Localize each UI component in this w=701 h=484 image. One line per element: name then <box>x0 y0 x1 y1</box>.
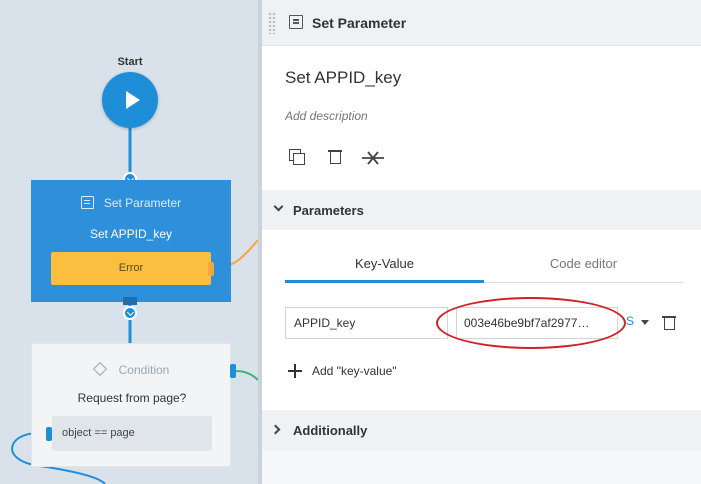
caret-down-icon[interactable] <box>641 320 649 325</box>
condition-question: Request from page? <box>77 391 187 405</box>
description-input[interactable] <box>285 109 585 123</box>
panel-header-title: Set Parameter <box>312 15 407 31</box>
set-parameter-icon <box>289 15 303 29</box>
condition-node-input-port[interactable] <box>123 306 137 320</box>
drag-handle-icon[interactable] <box>268 12 276 34</box>
set-parameter-node[interactable]: Set Parameter Set APPID_key Error <box>31 180 231 302</box>
condition-output-port[interactable] <box>230 364 236 378</box>
condition-true-connector <box>235 370 258 381</box>
error-branch[interactable]: Error <box>51 252 211 285</box>
trash-icon[interactable] <box>661 314 679 332</box>
value-input[interactable]: 003e46be9bf7af2977… <box>456 307 618 339</box>
additionally-section-header[interactable]: Additionally <box>262 410 701 450</box>
parameters-section-header[interactable]: Parameters <box>262 190 701 230</box>
chevron-right-icon <box>270 424 281 435</box>
disconnect-icon[interactable] <box>362 148 384 168</box>
condition-diamond-icon <box>92 361 107 377</box>
chevron-down-icon <box>126 308 135 317</box>
error-output-port[interactable] <box>208 262 214 276</box>
panel-header: Set Parameter <box>262 0 701 46</box>
plus-icon <box>288 364 302 378</box>
condition-node-type-label: Condition <box>118 363 170 377</box>
play-icon <box>126 91 140 109</box>
key-value-row: 003e46be9bf7af2977… S <box>285 307 695 339</box>
properties-panel: Set Parameter Set APPID_key Parameters K… <box>262 0 701 484</box>
set-parameter-icon <box>80 196 94 209</box>
copy-icon[interactable] <box>288 148 308 168</box>
flow-canvas[interactable]: Start Set Parameter Set APPID_key Error … <box>0 0 258 484</box>
chevron-down-icon <box>273 201 284 212</box>
condition-expression[interactable]: object == page <box>52 416 212 451</box>
expression-output-port[interactable] <box>46 427 52 441</box>
panel-footer <box>262 450 701 484</box>
start-label: Start <box>117 56 143 68</box>
additionally-label: Additionally <box>293 423 368 438</box>
start-node[interactable] <box>102 72 158 128</box>
value-type-label[interactable]: S <box>626 314 634 328</box>
condition-node[interactable]: Condition Request from page? object == p… <box>31 343 231 467</box>
parameters-label: Parameters <box>293 203 364 218</box>
parameter-tabs: Key-Value Code editor <box>285 250 683 283</box>
set-node-output-port[interactable] <box>123 297 137 305</box>
tab-key-value[interactable]: Key-Value <box>285 250 484 283</box>
key-input[interactable] <box>285 307 448 339</box>
tab-code-editor[interactable]: Code editor <box>484 250 683 283</box>
set-node-name: Set APPID_key <box>89 227 173 241</box>
trash-icon[interactable] <box>326 148 346 168</box>
node-title[interactable]: Set APPID_key <box>285 68 401 88</box>
set-node-type-label: Set Parameter <box>103 196 182 210</box>
add-key-value-label: Add "key-value" <box>312 364 397 378</box>
